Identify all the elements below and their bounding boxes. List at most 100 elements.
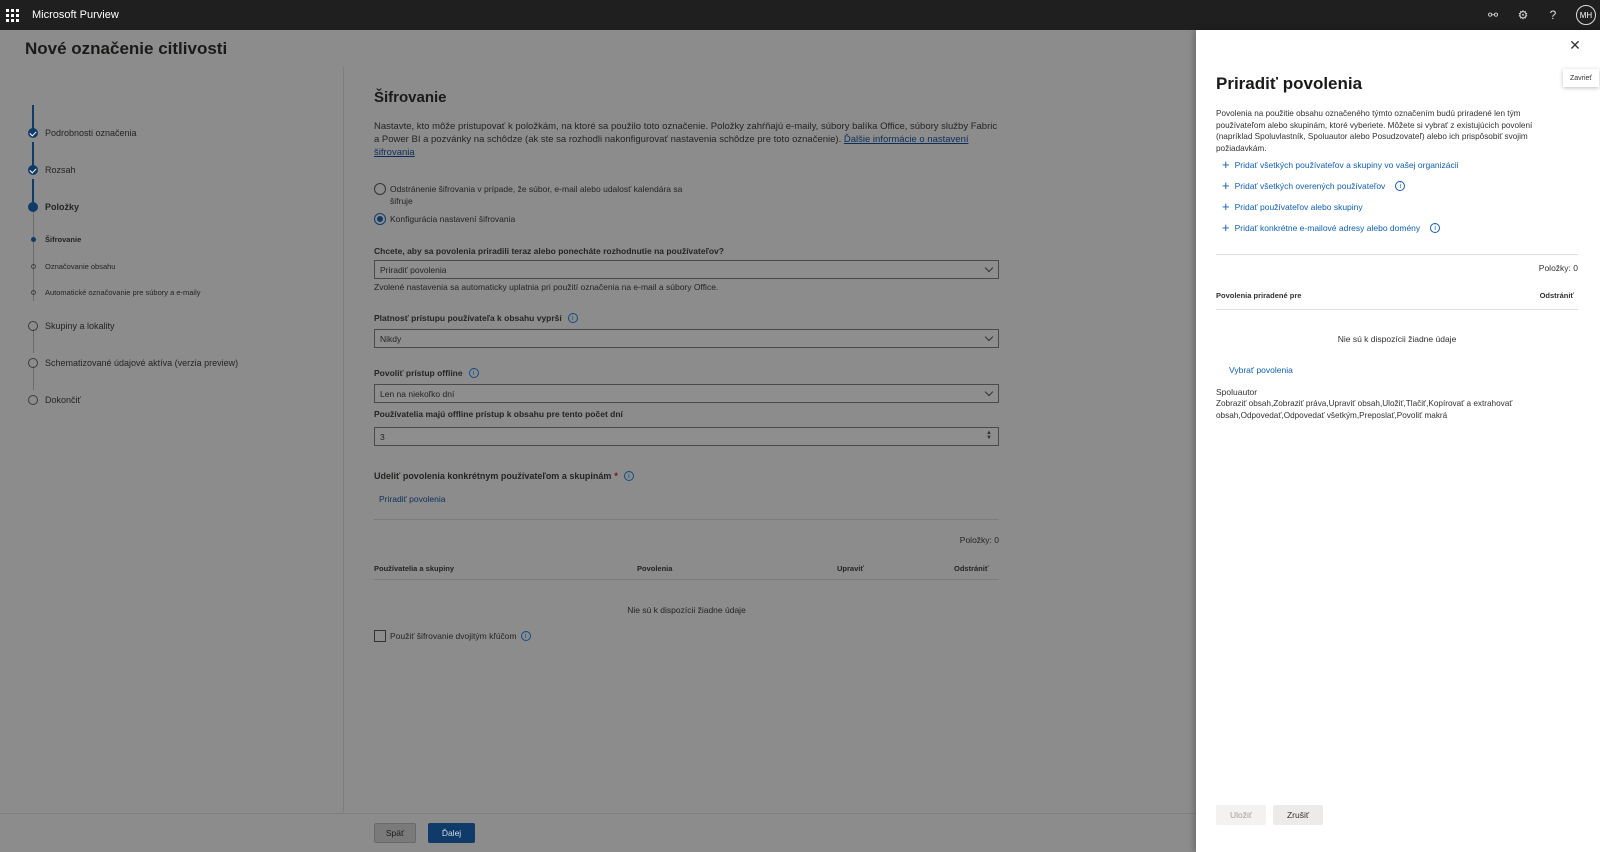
plus-icon: +	[1222, 199, 1230, 214]
items-count: Položky: 0	[959, 535, 999, 545]
add-all-authenticated-button[interactable]: + Pridať všetkých overených používateľov…	[1222, 178, 1406, 193]
substep-icon	[31, 290, 36, 295]
assign-hint: Zvolené nastavenia sa automaticky uplatn…	[374, 282, 719, 292]
offline-dropdown[interactable]: Len na niekoľko dní	[374, 384, 999, 403]
expiry-label: Platnosť prístupu používateľa k obsahu v…	[374, 313, 578, 323]
step-details[interactable]: Podrobnosti označenia	[45, 128, 137, 138]
expiry-dropdown[interactable]: Nikdy	[374, 329, 999, 348]
offline-label: Povoliť prístup offline i	[374, 368, 479, 378]
section-title: Šifrovanie	[374, 89, 447, 106]
col-assigned-to[interactable]: Povolenia priradené pre	[1216, 291, 1301, 300]
offline-dropdown-value: Len na niekoľko dní	[380, 388, 455, 399]
page-title: Nové označenie citlivosti	[25, 39, 228, 58]
assign-permissions-link[interactable]: Priradiť povolenia	[379, 494, 446, 504]
settings-icon[interactable]: ⚙	[1514, 6, 1532, 24]
close-tooltip: Zavrieť	[1563, 69, 1599, 87]
info-icon[interactable]: i	[468, 368, 479, 378]
spin-arrows-icon[interactable]: ▲ ▼	[986, 430, 992, 441]
permission-list: Zobraziť obsah,Zobraziť práva,Upraviť ob…	[1216, 399, 1513, 420]
radio-configure-encryption[interactable]: Konfigurácia nastavení šifrovania	[374, 213, 515, 225]
step-finish[interactable]: Dokončiť	[45, 395, 81, 405]
info-icon[interactable]: i	[567, 313, 578, 323]
wizard-footer: Späť Ďalej	[0, 813, 1196, 852]
close-icon[interactable]: ✕	[1568, 38, 1582, 52]
grant-label-text: Udeliť povolenia konkrétnym používateľom…	[374, 471, 612, 481]
grant-permissions-label: Udeliť povolenia konkrétnym používateľom…	[374, 471, 634, 481]
app-name[interactable]: Microsoft Purview	[32, 9, 119, 21]
info-icon[interactable]: i	[520, 631, 531, 641]
step-scope[interactable]: Rozsah	[45, 165, 76, 175]
col-permissions[interactable]: Povolenia	[637, 564, 672, 573]
checkbox[interactable]	[374, 630, 386, 642]
expiry-label-text: Platnosť prístupu používateľa k obsahu v…	[374, 313, 562, 323]
col-edit[interactable]: Upraviť	[837, 564, 864, 573]
help-icon[interactable]: ?	[1544, 6, 1562, 24]
step-content-marking[interactable]: Označovanie obsahu	[45, 262, 115, 271]
save-button[interactable]: Uložiť	[1216, 805, 1266, 825]
step-schematized-assets[interactable]: Schematizované údajové aktíva (verzia pr…	[45, 358, 238, 368]
step-current-icon	[28, 202, 38, 212]
plus-icon: +	[1222, 178, 1230, 193]
permissions-table-header: Používatelia a skupiny Povolenia Upraviť…	[374, 564, 999, 580]
back-button[interactable]: Späť	[374, 823, 416, 843]
offline-days-input[interactable]: 3 ▲ ▼	[374, 427, 999, 446]
divider	[374, 519, 999, 520]
col-remove[interactable]: Odstrániť	[1540, 291, 1574, 300]
add-all-org-button[interactable]: + Pridať všetkých používateľov a skupiny…	[1222, 157, 1459, 172]
waffle-icon[interactable]	[0, 0, 24, 30]
step-pending-icon	[28, 321, 38, 331]
avatar[interactable]: MH	[1576, 5, 1596, 25]
double-key-option[interactable]: Použiť šifrovanie dvojitým kľúčom i	[374, 630, 531, 642]
col-remove[interactable]: Odstrániť	[954, 564, 988, 573]
choose-permissions-link[interactable]: Vybrať povolenia	[1229, 365, 1293, 375]
divider	[1216, 254, 1578, 255]
empty-state: Nie sú k dispozícii žiadne údaje	[627, 605, 746, 615]
permission-name: Spoluautor	[1216, 387, 1258, 397]
add-users-groups-button[interactable]: + Pridať používateľov alebo skupiny	[1222, 199, 1363, 214]
step-encryption[interactable]: Šifrovanie	[45, 235, 81, 244]
cancel-button[interactable]: Zrušiť	[1273, 805, 1323, 825]
assign-dropdown[interactable]: Priradiť povolenia	[374, 260, 999, 279]
required-mark: *	[614, 471, 618, 481]
main-area: Nové označenie citlivosti Podrobnosti oz…	[0, 30, 1196, 852]
add-all-org-label: Pridať všetkých používateľov a skupiny v…	[1234, 160, 1459, 170]
panel-items-count: Položky: 0	[1538, 263, 1578, 273]
connections-icon[interactable]: ⚯	[1484, 6, 1502, 24]
plus-icon: +	[1222, 220, 1230, 235]
step-groups-sites[interactable]: Skupiny a lokality	[45, 321, 115, 331]
step-items[interactable]: Položky	[45, 202, 79, 212]
add-users-groups-label: Pridať používateľov alebo skupiny	[1234, 202, 1363, 212]
col-users-groups[interactable]: Používatelia a skupiny	[374, 564, 454, 573]
info-icon[interactable]: i	[623, 471, 634, 481]
add-specific-emails-button[interactable]: + Pridať konkrétne e-mailové adresy aleb…	[1222, 220, 1441, 235]
chevron-down-icon	[984, 263, 994, 273]
chevron-down-icon	[984, 332, 994, 342]
add-specific-label: Pridať konkrétne e-mailové adresy alebo …	[1234, 223, 1421, 233]
add-all-auth-label: Pridať všetkých overených používateľov	[1234, 181, 1386, 191]
top-bar: Microsoft Purview ⚯ ⚙ ? MH	[0, 0, 1600, 30]
offline-days-value: 3	[380, 431, 385, 442]
panel-empty-state: Nie sú k dispozícii žiadne údaje	[1337, 334, 1457, 344]
panel-description: Povolenia na použitie obsahu označeného …	[1216, 109, 1533, 153]
plus-icon: +	[1222, 157, 1230, 172]
step-done-icon	[28, 128, 38, 138]
radio-remove-label: Odstránenie šifrovania v prípade, že súb…	[390, 184, 683, 206]
info-icon[interactable]: i	[1395, 181, 1406, 191]
radio-configure-label: Konfigurácia nastavení šifrovania	[390, 214, 516, 224]
offline-days-label: Používatelia majú offline prístup k obsa…	[374, 409, 623, 419]
assign-dropdown-value: Priradiť povolenia	[380, 264, 447, 275]
radio-button[interactable]	[374, 183, 386, 195]
radio-button-checked[interactable]	[374, 213, 386, 225]
expiry-dropdown-value: Nikdy	[380, 333, 402, 344]
wizard-steps: Podrobnosti označenia Rozsah Položky Šif…	[0, 67, 344, 812]
step-pending-icon	[28, 395, 38, 405]
chevron-down-icon	[984, 387, 994, 397]
step-auto-labeling[interactable]: Automatické označovanie pre súbory a e-m…	[45, 288, 201, 297]
radio-remove-encryption[interactable]: Odstránenie šifrovania v prípade, že súb…	[374, 183, 690, 207]
panel-title: Priradiť povolenia	[1216, 74, 1363, 93]
offline-days-label-text: Používatelia majú offline prístup k obsa…	[374, 409, 623, 419]
next-button[interactable]: Ďalej	[428, 823, 475, 843]
info-icon[interactable]: i	[1430, 223, 1441, 233]
substep-icon	[31, 264, 36, 269]
panel-table-header: Povolenia priradené pre Odstrániť	[1216, 291, 1578, 300]
